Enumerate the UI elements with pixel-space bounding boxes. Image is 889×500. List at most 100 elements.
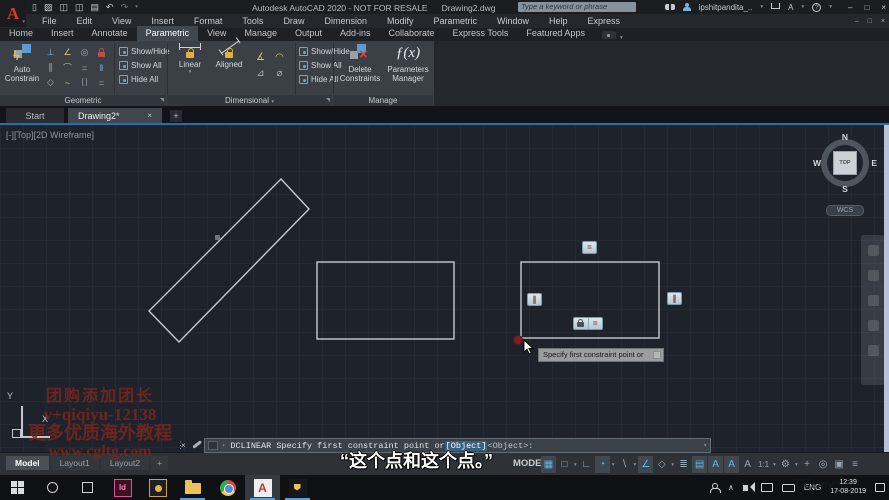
file-tab-drawing2[interactable]: Drawing2* × bbox=[68, 108, 162, 123]
panel-launcher-icon[interactable] bbox=[326, 98, 330, 102]
people-icon[interactable] bbox=[710, 483, 719, 492]
dimensional-caret-icon[interactable]: ▾ bbox=[271, 99, 274, 105]
model-tab[interactable]: Model bbox=[6, 456, 49, 470]
command-line[interactable]: ▾ DCLINEAR Specify first constraint poin… bbox=[204, 438, 711, 453]
ribbon-tab-manage[interactable]: Manage bbox=[235, 26, 286, 41]
ribbon-tab-collaborate[interactable]: Collaborate bbox=[380, 26, 444, 41]
wcs-dropdown[interactable]: WCS bbox=[826, 205, 864, 216]
start-button[interactable] bbox=[0, 475, 35, 500]
account-caret-icon[interactable]: ▾ bbox=[760, 4, 763, 10]
quick-properties-icon[interactable]: ▤ bbox=[692, 456, 707, 473]
show-hidden-icons-chevron[interactable]: ∧ bbox=[728, 483, 734, 492]
help-icon[interactable]: ? bbox=[812, 3, 821, 12]
annotation-autoscale-icon[interactable]: A bbox=[724, 456, 739, 473]
qat-customize-caret-icon[interactable]: ▾ bbox=[135, 1, 138, 13]
keyboard-icon[interactable] bbox=[782, 484, 795, 492]
isodraft-caret-icon[interactable]: ▾ bbox=[634, 462, 637, 468]
connect-icon[interactable] bbox=[602, 31, 616, 39]
recent-commands-icon[interactable] bbox=[208, 441, 218, 450]
vertical-constraint-icon[interactable]: = bbox=[93, 75, 110, 90]
hide-all-button[interactable]: Hide All bbox=[119, 74, 170, 85]
ribbon-tab-home[interactable]: Home bbox=[0, 26, 42, 41]
grid-icon[interactable]: ▦ bbox=[541, 456, 556, 473]
ribbon-tab-featured-apps[interactable]: Featured Apps bbox=[517, 26, 594, 41]
parallel-constraint-badge-right[interactable]: ∥ bbox=[667, 292, 682, 305]
show-all-button[interactable]: Show All bbox=[119, 60, 170, 71]
aligned-dimension-button[interactable]: Aligned bbox=[211, 43, 247, 69]
save-icon[interactable]: ◫ bbox=[59, 1, 68, 13]
fix-constraint-badge[interactable] bbox=[574, 318, 588, 329]
search-binoculars-icon[interactable] bbox=[665, 4, 675, 10]
symmetric-constraint-icon[interactable]: ‖ bbox=[93, 60, 110, 75]
compass-east[interactable]: E bbox=[871, 158, 877, 168]
ribbon-tab-express-tools[interactable]: Express Tools bbox=[444, 26, 518, 41]
other-app-button[interactable] bbox=[280, 475, 315, 500]
new-file-icon[interactable]: ▯ bbox=[32, 1, 37, 13]
parallel-constraint-icon[interactable]: ∥ bbox=[42, 60, 59, 75]
orbit-icon[interactable] bbox=[868, 320, 879, 331]
search-input[interactable]: Type a keyword or phrase bbox=[518, 2, 636, 12]
perpendicular-constraint-icon[interactable]: ⊥ bbox=[42, 45, 59, 60]
object-snap-tracking-icon[interactable]: ∠ bbox=[638, 456, 653, 473]
dimensional-panel-label[interactable]: Dimensional ▾ bbox=[167, 95, 332, 106]
pan-icon[interactable] bbox=[868, 270, 879, 281]
lineweight-icon[interactable]: ≣ bbox=[676, 456, 691, 473]
command-close-icon[interactable]: × bbox=[181, 441, 186, 450]
doc-minimize-button[interactable]: – bbox=[855, 18, 859, 25]
navigation-bar[interactable] bbox=[861, 235, 885, 385]
rotated-rectangle[interactable] bbox=[149, 179, 309, 342]
concentric-constraint-icon[interactable]: ◎ bbox=[76, 45, 93, 60]
annotation-scale-value[interactable]: 1:1 bbox=[756, 456, 771, 473]
plot-icon[interactable]: ▤ bbox=[91, 1, 100, 13]
action-center-icon[interactable] bbox=[875, 483, 885, 492]
doc-restore-button[interactable]: □ bbox=[868, 18, 872, 25]
equal-constraint-badge-2[interactable]: = bbox=[588, 318, 603, 329]
drawing-canvas[interactable]: [-][Top][2D Wireframe] = ∥ ∥ = Specify f… bbox=[0, 125, 889, 452]
annotation-visibility-icon[interactable]: A bbox=[708, 456, 723, 473]
annotation-monitor-icon[interactable]: + bbox=[800, 456, 815, 473]
layout2-tab[interactable]: Layout2 bbox=[101, 456, 149, 470]
app-menu-button[interactable]: A ▾ bbox=[0, 0, 26, 27]
new-drawing-button[interactable]: + bbox=[170, 110, 182, 122]
ortho-icon[interactable]: ∟ bbox=[579, 456, 594, 473]
diameter-dim-icon[interactable]: ⌀ bbox=[270, 65, 289, 81]
save-as-icon[interactable]: ◫ bbox=[75, 1, 84, 13]
delete-constraints-button[interactable]: × Delete Constraints bbox=[337, 43, 383, 83]
restore-button[interactable]: □ bbox=[864, 3, 869, 12]
minimize-button[interactable]: – bbox=[848, 3, 852, 12]
open-file-icon[interactable]: ▨ bbox=[44, 1, 53, 13]
tangent-constraint-icon[interactable]: ∠ bbox=[59, 45, 76, 60]
command-line-caret-icon[interactable]: ▾ bbox=[703, 442, 707, 449]
file-tab-start[interactable]: Start bbox=[6, 108, 64, 123]
account-name[interactable]: ipshitpandita_.. bbox=[699, 3, 753, 12]
ribbon-tab-view[interactable]: View bbox=[198, 26, 235, 41]
parallel-constraint-badge-left[interactable]: ∥ bbox=[527, 293, 542, 306]
indesign-button[interactable]: Id bbox=[105, 475, 140, 500]
redo-icon[interactable]: ↷ bbox=[121, 1, 129, 13]
ribbon-tab-parametric[interactable]: Parametric bbox=[137, 26, 199, 41]
autocad-taskbar-button[interactable]: A bbox=[245, 475, 280, 500]
geometric-panel-label[interactable]: Geometric bbox=[0, 95, 166, 106]
steering-wheel-icon[interactable] bbox=[868, 245, 879, 256]
ribbon-tab-addins[interactable]: Add-ins bbox=[331, 26, 380, 41]
smooth-constraint-icon[interactable]: ◇ bbox=[42, 75, 59, 90]
osnap-caret-icon[interactable]: ▾ bbox=[671, 462, 674, 468]
workspace-gear-icon[interactable]: ⚙ bbox=[778, 456, 793, 473]
chrome-button[interactable] bbox=[210, 475, 245, 500]
linear-dimension-button[interactable]: Linear ▾ bbox=[173, 43, 207, 75]
cortana-button[interactable] bbox=[35, 475, 70, 500]
showmotion-icon[interactable] bbox=[868, 345, 879, 356]
isolate-objects-icon[interactable]: ◎ bbox=[816, 456, 831, 473]
fix-constraint-icon[interactable] bbox=[93, 45, 110, 60]
zoom-icon[interactable] bbox=[868, 295, 879, 306]
viewcube-top-face[interactable]: TOP bbox=[833, 151, 857, 175]
task-view-button[interactable] bbox=[70, 475, 105, 500]
horizontal-constraint-icon[interactable]: [ ] bbox=[76, 75, 93, 90]
network-display-icon[interactable] bbox=[761, 483, 773, 492]
grip-point[interactable] bbox=[215, 235, 220, 240]
object-snap-icon[interactable]: ◇ bbox=[654, 456, 669, 473]
store-cart-icon[interactable] bbox=[771, 3, 780, 9]
tab-close-icon[interactable]: × bbox=[147, 111, 152, 120]
snap-icon[interactable]: □ bbox=[557, 456, 572, 473]
constraint-badge-group[interactable]: = bbox=[573, 317, 603, 330]
